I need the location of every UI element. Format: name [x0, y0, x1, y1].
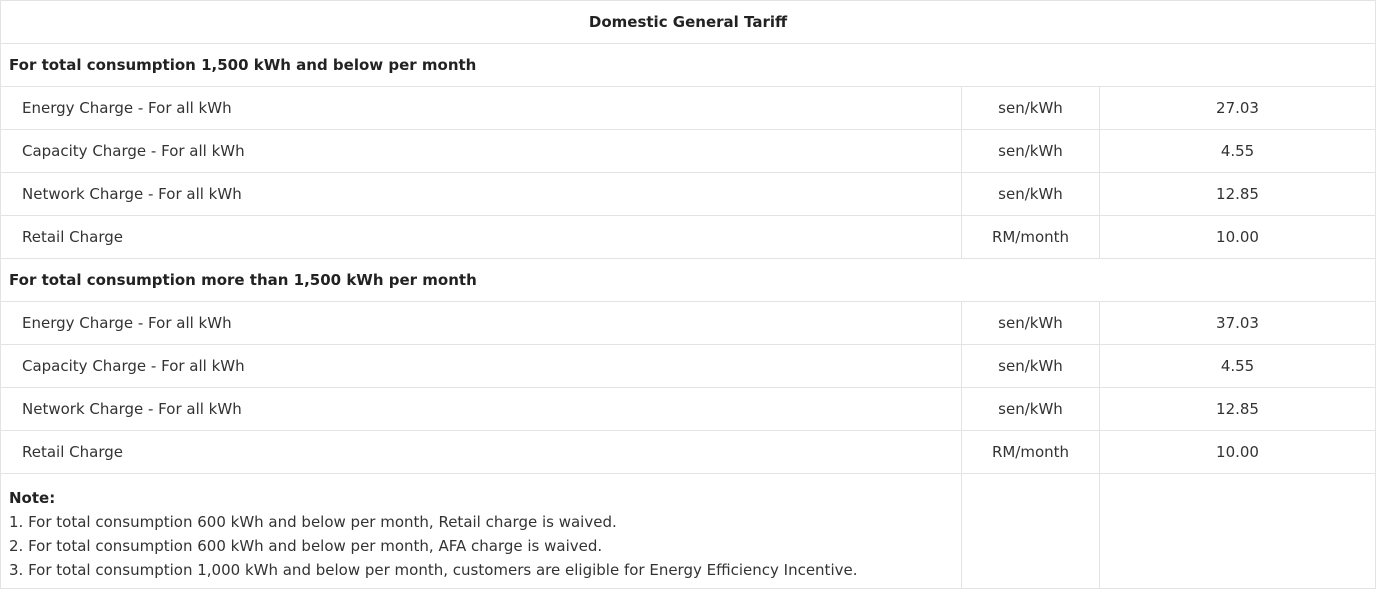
charge-label: Network Charge - For all kWh [0, 172, 962, 216]
charge-value: 27.03 [1098, 86, 1377, 130]
charge-value: 12.85 [1098, 387, 1377, 431]
section-heading: For total consumption more than 1,500 kW… [0, 258, 1377, 302]
charge-unit: sen/kWh [961, 129, 1100, 173]
note-empty-cell [1098, 473, 1377, 589]
section-heading-row: For total consumption more than 1,500 kW… [0, 258, 1377, 302]
charge-unit: sen/kWh [961, 387, 1100, 431]
charge-label: Network Charge - For all kWh [0, 387, 962, 431]
charge-unit: RM/month [961, 215, 1100, 259]
table-row: Capacity Charge - For all kWh sen/kWh 4.… [0, 344, 1377, 388]
table-title: Domestic General Tariff [0, 0, 1377, 44]
section-heading: For total consumption 1,500 kWh and belo… [0, 43, 1377, 87]
note-cell: Note: 1. For total consumption 600 kWh a… [0, 473, 962, 589]
charge-value: 37.03 [1098, 301, 1377, 345]
note-title: Note: [9, 489, 56, 507]
table-row: Energy Charge - For all kWh sen/kWh 37.0… [0, 301, 1377, 345]
charge-unit: sen/kWh [961, 301, 1100, 345]
charge-value: 10.00 [1098, 215, 1377, 259]
table-row: Retail Charge RM/month 10.00 [0, 430, 1377, 474]
charge-unit: RM/month [961, 430, 1100, 474]
note-empty-cell [961, 473, 1100, 589]
table-row: Energy Charge - For all kWh sen/kWh 27.0… [0, 86, 1377, 130]
charge-value: 4.55 [1098, 344, 1377, 388]
charge-label: Energy Charge - For all kWh [0, 86, 962, 130]
table-title-row: Domestic General Tariff [0, 0, 1377, 44]
charge-unit: sen/kWh [961, 172, 1100, 216]
note-block: Note: 1. For total consumption 600 kWh a… [1, 474, 961, 582]
table-row: Capacity Charge - For all kWh sen/kWh 4.… [0, 129, 1377, 173]
charge-label: Energy Charge - For all kWh [0, 301, 962, 345]
note-item: 3. For total consumption 1,000 kWh and b… [9, 561, 858, 579]
tariff-table: Domestic General Tariff For total consum… [0, 0, 1377, 589]
charge-label: Capacity Charge - For all kWh [0, 344, 962, 388]
charge-value: 10.00 [1098, 430, 1377, 474]
note-item: 1. For total consumption 600 kWh and bel… [9, 513, 617, 531]
table-row: Retail Charge RM/month 10.00 [0, 215, 1377, 259]
note-item: 2. For total consumption 600 kWh and bel… [9, 537, 603, 555]
charge-label: Capacity Charge - For all kWh [0, 129, 962, 173]
note-row: Note: 1. For total consumption 600 kWh a… [0, 473, 1377, 589]
charge-label: Retail Charge [0, 430, 962, 474]
charge-label: Retail Charge [0, 215, 962, 259]
section-heading-row: For total consumption 1,500 kWh and belo… [0, 43, 1377, 87]
table-row: Network Charge - For all kWh sen/kWh 12.… [0, 172, 1377, 216]
charge-unit: sen/kWh [961, 344, 1100, 388]
charge-value: 4.55 [1098, 129, 1377, 173]
charge-value: 12.85 [1098, 172, 1377, 216]
charge-unit: sen/kWh [961, 86, 1100, 130]
table-row: Network Charge - For all kWh sen/kWh 12.… [0, 387, 1377, 431]
